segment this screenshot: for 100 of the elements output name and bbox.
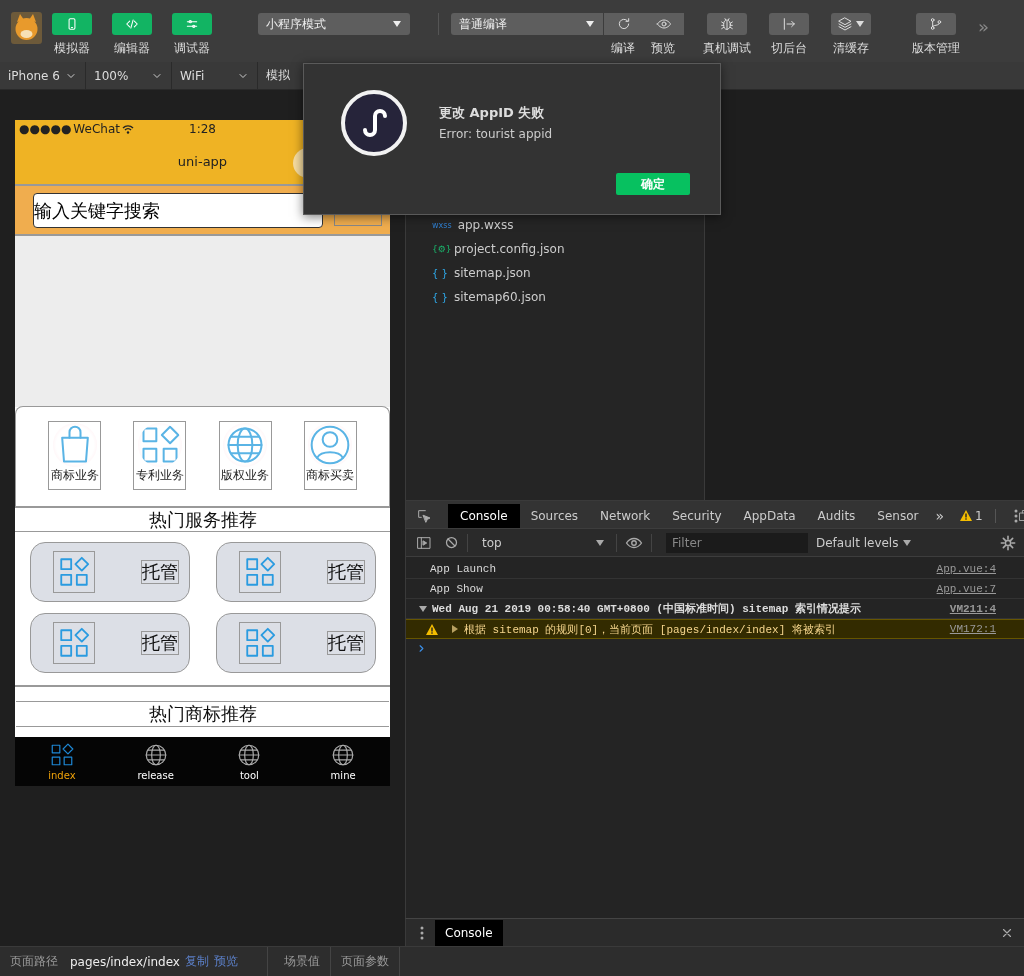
more-tabs-button[interactable]: » — [935, 507, 945, 524]
service-card[interactable]: 托管 — [30, 613, 190, 673]
tab-bar-item[interactable]: index — [15, 737, 109, 786]
filter-field[interactable]: Filter — [666, 532, 808, 553]
status-field[interactable]: 场景值 — [268, 947, 331, 976]
caret-icon — [902, 537, 913, 548]
mini-program-logo-icon — [341, 90, 407, 156]
clear-icon — [444, 535, 459, 550]
more-options-icon[interactable] — [1013, 508, 1018, 523]
sidebar-icon — [416, 534, 432, 551]
view-toggle-button[interactable] — [52, 13, 92, 35]
caret-icon — [585, 19, 595, 29]
devtools-tab[interactable]: Sources — [519, 503, 590, 528]
devtools-tab[interactable]: AppData — [732, 503, 807, 528]
page-path: pages/index/index — [70, 954, 180, 969]
category-item[interactable]: 商标买卖 — [303, 421, 357, 490]
apps-icon — [137, 423, 182, 467]
toolbar-button[interactable] — [603, 13, 644, 35]
service-label: 托管 — [141, 631, 179, 655]
source-link[interactable]: VM172:1 — [949, 623, 996, 635]
context-select[interactable]: top — [476, 535, 608, 550]
toolbar-label: 版本管理 — [912, 41, 960, 55]
bag-icon — [52, 423, 97, 467]
globe-icon — [223, 423, 268, 467]
devtools-tab[interactable]: Network — [589, 503, 662, 528]
device-select[interactable]: iPhone 6 — [0, 62, 86, 89]
toolbar-button[interactable] — [643, 13, 684, 35]
service-label: 托管 — [327, 560, 365, 584]
user-icon — [308, 423, 353, 467]
toolbar-button[interactable] — [831, 13, 871, 35]
toolbar-button[interactable] — [707, 13, 747, 35]
carrier-name: WeChat — [73, 122, 120, 136]
file-type-icon: { } — [432, 291, 448, 303]
warning-icon — [426, 623, 438, 635]
caret-icon — [595, 537, 605, 548]
devtools-tab[interactable]: Security — [661, 503, 733, 528]
phone-icon — [65, 17, 79, 31]
category-item[interactable]: 专利业务 — [133, 421, 187, 490]
levels-select[interactable]: Default levels — [816, 535, 913, 550]
status-field[interactable]: 页面参数 — [331, 947, 400, 976]
apps-icon — [239, 551, 281, 593]
view-toggle-button[interactable] — [172, 13, 212, 35]
status-time: 1:28 — [189, 122, 216, 136]
category-item[interactable]: 商标业务 — [48, 421, 102, 490]
toolbar-label: 预览 — [651, 41, 675, 55]
branch-icon — [928, 16, 944, 32]
more-options-icon[interactable] — [420, 925, 424, 940]
devtools-tab[interactable]: Audits — [806, 503, 867, 528]
file-item[interactable]: wxss app.wxss — [432, 213, 704, 237]
view-toggle-button[interactable] — [112, 13, 152, 35]
signal-dots: ●●●●● — [19, 122, 72, 136]
toolbar-button[interactable] — [916, 13, 956, 35]
drawer-tab[interactable]: Console — [435, 919, 503, 946]
toolbar-button[interactable] — [769, 13, 809, 35]
mode-select[interactable]: 小程序模式 — [258, 13, 410, 35]
tab-bar-item[interactable]: tool — [202, 737, 297, 786]
category-item[interactable]: 版权业务 — [218, 421, 272, 490]
source-link[interactable]: App.vue:4 — [936, 562, 996, 575]
bug-icon — [719, 16, 735, 32]
source-link[interactable]: VM211:4 — [949, 602, 996, 615]
caret-icon — [392, 19, 402, 29]
log-message: App Show — [430, 582, 483, 595]
service-label: 托管 — [141, 560, 179, 584]
sliders-icon — [185, 17, 199, 31]
page-title: uni-app — [177, 153, 228, 169]
settings-icon — [1000, 534, 1016, 551]
toolbar-label: 切后台 — [771, 41, 807, 55]
file-item[interactable]: { } sitemap60.json — [432, 285, 704, 309]
log-message: 根据 sitemap 的规则[0]，当前页面 [pages/index/index] 将被索引 — [464, 622, 836, 637]
path-label: 页面路径 — [10, 953, 58, 970]
service-card[interactable]: 托管 — [216, 542, 376, 602]
device-select[interactable]: 100% — [86, 62, 172, 89]
devtools-tab[interactable]: Console — [448, 503, 520, 528]
device-select[interactable]: WiFi — [172, 62, 258, 89]
avatar-icon[interactable] — [11, 12, 42, 44]
search-field[interactable]: 输入关键字搜索 — [33, 192, 323, 228]
warning-count[interactable]: 1 — [960, 508, 996, 523]
layers-icon — [837, 16, 853, 32]
file-item[interactable]: {⚙} project.config.json — [432, 237, 704, 261]
view-label: 模拟器 — [54, 41, 90, 55]
toolbar-label: 编译 — [611, 41, 635, 55]
tab-bar-item[interactable]: release — [108, 737, 203, 786]
dialog-message: Error: tourist appid — [439, 127, 553, 141]
tab-bar-item[interactable]: mine — [296, 737, 390, 786]
caret-icon — [855, 19, 865, 29]
eye-icon — [655, 16, 672, 32]
path-link[interactable]: 预览 — [213, 953, 238, 970]
file-item[interactable]: { } sitemap.json — [432, 261, 704, 285]
service-card[interactable]: 托管 — [216, 613, 376, 673]
devtools-tab[interactable]: Sensor — [866, 503, 930, 528]
apps-icon — [239, 622, 281, 664]
source-link[interactable]: App.vue:7 — [936, 582, 996, 595]
dialog-title: 更改 AppID 失败 — [439, 104, 546, 122]
log-message: Wed Aug 21 2019 00:58:40 GMT+0800 (中国标准时间) sitemap 索引情况提示 — [432, 601, 862, 616]
file-name: sitemap.json — [454, 266, 531, 280]
path-link[interactable]: 复制 — [184, 953, 209, 970]
section-title: 热门服务推荐 — [15, 506, 390, 532]
compile-select[interactable]: 普通编译 — [451, 13, 603, 35]
warning-icon — [960, 510, 973, 521]
service-card[interactable]: 托管 — [30, 542, 190, 602]
